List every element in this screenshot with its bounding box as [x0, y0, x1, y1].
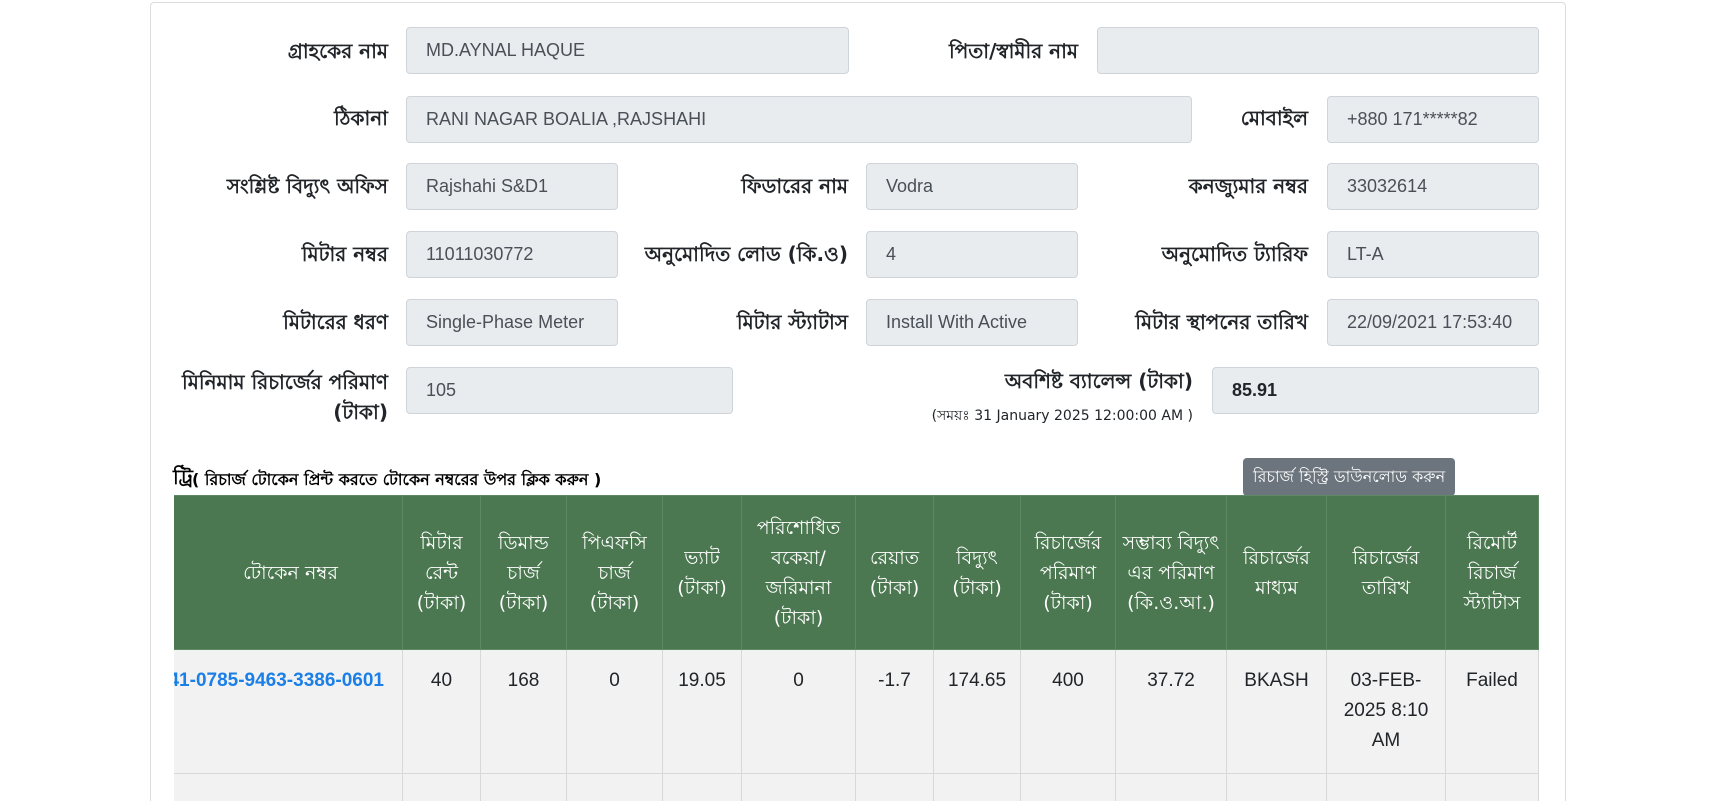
feeder-field[interactable]: Vodra [866, 163, 1078, 210]
arrear-cell: 0 [741, 649, 856, 774]
date-cell: 03-FEB-2025 8:10 AM [1326, 649, 1446, 774]
history-title-prefix: ট্রি [173, 465, 193, 489]
meter-number-field[interactable]: 11011030772 [406, 231, 618, 278]
install-date-field[interactable]: 22/09/2021 17:53:40 [1327, 299, 1539, 346]
min-recharge-label: মিনিমাম রিচার্জের পরিমাণ (টাকা) [182, 370, 388, 424]
token-link[interactable]: 1341-0785-9463-3386-0601 [174, 670, 384, 691]
col-recharge-amount: রিচার্জের পরিমাণ (টাকা) [1020, 495, 1116, 650]
customer-name-label: গ্রাহকের নাম [287, 39, 388, 63]
col-medium: রিচার্জের মাধ্যম [1226, 495, 1327, 650]
energy-cell: 37.72 [1115, 649, 1227, 774]
meter-rent-cell: 40 [402, 649, 481, 774]
blank-cell [1445, 773, 1539, 801]
office-label: সংশ্লিষ্ট বিদ্যুৎ অফিস [226, 174, 388, 198]
address-field[interactable]: RANI NAGAR BOALIA ,RAJSHAHI [406, 96, 1192, 143]
father-name-label: পিতা/স্বামীর নাম [948, 39, 1078, 63]
blank-cell [933, 773, 1021, 801]
blank-cell [741, 773, 856, 801]
col-arrear: পরিশোধিত বকেয়া/ জরিমানা (টাকা) [741, 495, 856, 650]
meter-status-label: মিটার স্ট্যাটাস [736, 310, 848, 334]
col-token: টোকেন নম্বর [174, 495, 403, 650]
feeder-label: ফিডারের নাম [741, 174, 848, 198]
blank-cell [402, 773, 481, 801]
meter-type-field[interactable]: Single-Phase Meter [406, 299, 618, 346]
meter-status-field[interactable]: Install With Active [866, 299, 1078, 346]
medium-cell: BKASH [1226, 649, 1327, 774]
blank-cell [1226, 773, 1327, 801]
history-title-fragment: ট্রি [173, 463, 193, 496]
approved-tariff-label: অনুমোদিত ট্যারিফ [1161, 242, 1308, 266]
demand-charge-cell: 168 [480, 649, 567, 774]
col-demand-charge: ডিমান্ড চার্জ (টাকা) [480, 495, 567, 650]
balance-field[interactable]: 85.91 [1212, 367, 1539, 414]
col-meter-rent: মিটার রেন্ট (টাকা) [402, 495, 481, 650]
approved-load-field[interactable]: 4 [866, 231, 1078, 278]
col-date: রিচার্জের তারিখ [1326, 495, 1446, 650]
table-row [174, 773, 1539, 801]
consumer-number-field[interactable]: 33032614 [1327, 163, 1539, 210]
consumer-number-label: কনজ্যুমার নম্বর [1188, 174, 1308, 198]
rebate-cell: -1.7 [855, 649, 934, 774]
recharge-amount-cell: 400 [1020, 649, 1116, 774]
table-row: 1341-0785-9463-3386-0601 40 168 0 19.05 … [174, 649, 1539, 774]
blank-cell [1326, 773, 1446, 801]
approved-load-label: অনুমোদিত লোড (কি.ও) [644, 242, 848, 266]
blank-cell [480, 773, 567, 801]
approved-tariff-field[interactable]: LT-A [1327, 231, 1539, 278]
history-note: ( রিচার্জ টোকেন প্রিন্ট করতে টোকেন নম্বর… [192, 470, 602, 489]
meter-type-label: মিটারের ধরণ [283, 310, 388, 334]
blank-cell [174, 773, 403, 801]
min-recharge-field[interactable]: 105 [406, 367, 733, 414]
blank-cell [855, 773, 934, 801]
col-remote-status: রিমোর্ট রিচার্জ স্ট্যাটাস [1445, 495, 1539, 650]
meter-number-label: মিটার নম্বর [301, 242, 388, 266]
token-cell: 1341-0785-9463-3386-0601 [174, 649, 403, 774]
address-label: ঠিকানা [334, 106, 388, 130]
col-energy: সম্ভাব্য বিদ্যুৎ এর পরিমাণ (কি.ও.আ.) [1115, 495, 1227, 650]
download-history-button[interactable]: রিচার্জ হিস্ট্রি ডাউনলোড করুন [1243, 458, 1456, 496]
vat-cell: 19.05 [662, 649, 742, 774]
blank-cell [1115, 773, 1227, 801]
col-vat: ভ্যাট (টাকা) [662, 495, 742, 650]
table-header-row: টোকেন নম্বর মিটার রেন্ট (টাকা) ডিমান্ড চ… [174, 495, 1539, 650]
col-pfc-charge: পিএফসি চার্জ (টাকা) [566, 495, 663, 650]
recharge-history-table: টোকেন নম্বর মিটার রেন্ট (টাকা) ডিমান্ড চ… [174, 495, 1539, 801]
customer-name-field[interactable]: MD.AYNAL HAQUE [406, 27, 849, 74]
blank-cell [662, 773, 742, 801]
balance-label: অবশিষ্ট ব্যালেন্স (টাকা) [1004, 369, 1193, 393]
balance-time: (সময়ঃ 31 January 2025 12:00:00 AM ) [931, 408, 1193, 424]
col-electricity: বিদ্যুৎ (টাকা) [933, 495, 1021, 650]
office-field[interactable]: Rajshahi S&D1 [406, 163, 618, 210]
install-date-label: মিটার স্থাপনের তারিখ [1135, 310, 1308, 334]
pfc-charge-cell: 0 [566, 649, 663, 774]
blank-cell [1020, 773, 1116, 801]
col-rebate: রেয়াত (টাকা) [855, 495, 934, 650]
blank-cell [566, 773, 663, 801]
mobile-label: মোবাইল [1240, 106, 1308, 130]
father-name-field[interactable] [1097, 27, 1539, 74]
remote-status-cell: Failed [1445, 649, 1539, 774]
electricity-cell: 174.65 [933, 649, 1021, 774]
mobile-field[interactable]: +880 171*****82 [1327, 96, 1539, 143]
recharge-history-table-wrapper[interactable]: টোকেন নম্বর মিটার রেন্ট (টাকা) ডিমান্ড চ… [174, 495, 1540, 801]
